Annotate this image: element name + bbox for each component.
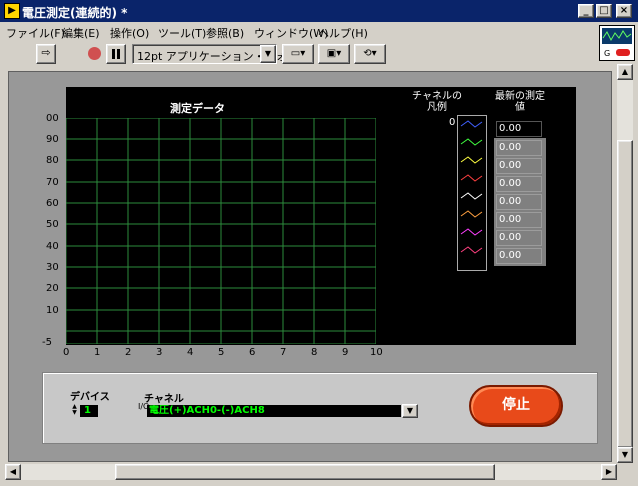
values-header: 最新の測定値: [495, 91, 545, 113]
title-bar: ▶ 電圧測定(連続的) * _ □ ×: [0, 0, 638, 22]
scroll-up-icon[interactable]: ▲: [617, 64, 633, 80]
distribute-icon: ▣▾: [326, 48, 342, 59]
pause-icon: [112, 49, 115, 59]
x-tick-5: 5: [218, 347, 225, 358]
latest-value: 0.00: [496, 194, 542, 210]
device-increment-arrows[interactable]: ▲ ▼: [70, 404, 79, 418]
latest-value: 0.00: [496, 248, 542, 264]
y-tick-60: 60: [46, 198, 59, 209]
y-tick-50: 50: [46, 219, 59, 230]
y-tick-20: 20: [46, 283, 59, 294]
channel-input[interactable]: 電圧(+)ACH0-(-)ACH8: [147, 405, 401, 417]
x-tick-0: 0: [63, 347, 70, 358]
horizontal-scroll-thumb[interactable]: [115, 464, 495, 480]
plot-grid: [65, 117, 377, 345]
align-icon: ▭▾: [290, 48, 306, 59]
menu-file[interactable]: ファイル(F): [6, 25, 65, 41]
scroll-right-icon[interactable]: ▶: [601, 464, 617, 480]
font-dropdown[interactable]: 12pt アプリケーション・フォント ▼: [132, 44, 309, 64]
legend-header: チャネルの凡例: [412, 91, 462, 113]
y-tick-min: -5: [42, 337, 52, 348]
y-tick-30: 30: [46, 262, 59, 273]
menu-operate[interactable]: 操作(O): [110, 25, 149, 41]
vi-icon[interactable]: G: [599, 25, 635, 61]
y-tick-70: 70: [46, 177, 59, 188]
waveform-graph[interactable]: [65, 117, 377, 345]
menu-bar: ファイル(F) 編集(E) 操作(O) ツール(T) 参照(B) ウィンドウ(W…: [0, 22, 600, 42]
x-tick-4: 4: [187, 347, 194, 358]
minimize-button[interactable]: _: [578, 4, 594, 18]
pause-button[interactable]: [106, 44, 126, 64]
latest-value: 0.00: [496, 176, 542, 192]
y-tick-40: 40: [46, 241, 59, 252]
app-icon[interactable]: ▶: [4, 3, 20, 19]
close-button[interactable]: ×: [616, 4, 632, 18]
latest-value: 0.00: [496, 158, 542, 174]
y-tick-80: 80: [46, 155, 59, 166]
stop-button[interactable]: 停止: [469, 385, 563, 427]
latest-value: 0.00: [496, 230, 542, 246]
x-tick-3: 3: [156, 347, 163, 358]
latest-value: 0.00: [496, 121, 542, 137]
maximize-button[interactable]: □: [596, 4, 612, 18]
x-tick-9: 9: [342, 347, 349, 358]
svg-text:G: G: [604, 49, 610, 58]
menu-help[interactable]: ヘルプ(H): [318, 25, 368, 41]
legend-index: 0: [449, 117, 456, 128]
device-input[interactable]: 1: [80, 405, 98, 417]
x-tick-6: 6: [249, 347, 256, 358]
abort-button[interactable]: [84, 44, 104, 64]
horizontal-scrollbar[interactable]: ◀ ▶: [5, 464, 617, 480]
reorder-icon: ⟲▾: [363, 48, 377, 59]
y-tick-100: 00: [46, 113, 59, 124]
scroll-left-icon[interactable]: ◀: [5, 464, 21, 480]
menu-edit[interactable]: 編集(E): [62, 25, 100, 41]
chevron-down-icon: ▼: [260, 45, 276, 63]
size-grip[interactable]: [617, 464, 633, 480]
vertical-scrollbar[interactable]: ▲ ▼: [617, 64, 633, 463]
window-title: 電圧測定(連続的) *: [22, 6, 128, 20]
channel-label: チャネル: [144, 394, 184, 405]
channel-legend[interactable]: [457, 115, 487, 271]
legend-traces: [460, 120, 483, 254]
graph-title: 測定データ: [170, 102, 225, 115]
channel-dropdown-button[interactable]: ▼: [402, 404, 418, 418]
latest-value: 0.00: [496, 140, 542, 156]
y-tick-90: 90: [46, 134, 59, 145]
menu-tools[interactable]: ツール(T): [158, 25, 206, 41]
waveform-icon: G: [602, 28, 632, 58]
toolbar: ⇨ 12pt アプリケーション・フォント ▼ ▭▾ ▣▾ ⟲▾: [0, 42, 600, 68]
vertical-scroll-thumb[interactable]: [617, 140, 633, 448]
run-arrow-button[interactable]: ⇨: [36, 44, 56, 64]
align-objects-button[interactable]: ▭▾: [282, 44, 314, 64]
menu-browse[interactable]: 参照(B): [206, 25, 244, 41]
x-tick-8: 8: [311, 347, 318, 358]
x-tick-2: 2: [125, 347, 132, 358]
x-tick-1: 1: [94, 347, 101, 358]
stop-circle-icon: [87, 47, 101, 60]
scroll-down-icon[interactable]: ▼: [617, 447, 633, 463]
x-tick-10: 10: [370, 347, 383, 358]
latest-value: 0.00: [496, 212, 542, 228]
device-label: デバイス: [70, 392, 110, 403]
distribute-objects-button[interactable]: ▣▾: [318, 44, 350, 64]
y-tick-10: 10: [46, 305, 59, 316]
reorder-button[interactable]: ⟲▾: [354, 44, 386, 64]
x-tick-7: 7: [280, 347, 287, 358]
